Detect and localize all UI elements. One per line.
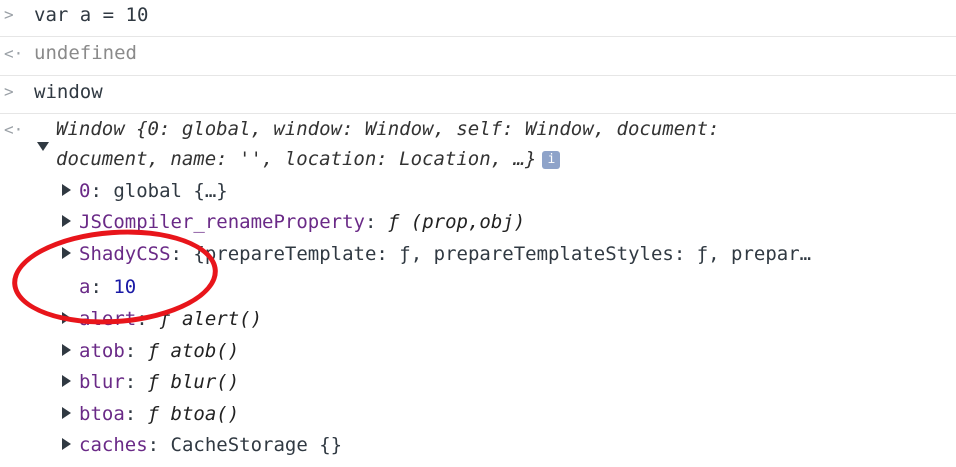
property-value: ƒ (prop,obj) — [387, 211, 526, 233]
console-input-text: window — [34, 81, 103, 103]
property-key: atob — [79, 340, 125, 362]
info-icon[interactable]: i — [542, 150, 561, 169]
colon: : — [124, 403, 148, 425]
property-key: btoa — [79, 403, 125, 425]
property-row[interactable]: ShadyCSS: {prepareTemplate: ƒ, prepareTe… — [62, 243, 811, 265]
window-summary-line2-text: document, name: '', location: Location, … — [56, 148, 537, 170]
window-summary-line1[interactable]: Window {0: global, window: Window, self:… — [56, 118, 719, 140]
property-key: alert — [79, 308, 137, 330]
property-row[interactable]: caches: CacheStorage {} — [62, 434, 342, 456]
expand-triangle-icon[interactable] — [62, 407, 71, 419]
property-value: 10 — [113, 276, 137, 298]
property-row[interactable]: JSCompiler_renameProperty: ƒ (prop,obj) — [62, 211, 525, 233]
property-row[interactable]: blur: ƒ blur() — [62, 371, 239, 393]
console-output-text: undefined — [34, 42, 137, 64]
property-value: ƒ atob() — [147, 340, 240, 362]
colon: : — [124, 371, 148, 393]
prompt-icon: > — [4, 5, 14, 24]
property-value: ƒ alert() — [159, 308, 263, 330]
property-key: caches — [79, 434, 148, 456]
expand-triangle-icon[interactable] — [62, 215, 71, 227]
prompt-icon: > — [4, 82, 14, 101]
property-row[interactable]: 0: global {…} — [62, 180, 228, 202]
console-input-row: > var a = 10 — [0, 0, 956, 34]
expand-triangle-icon[interactable] — [62, 312, 71, 324]
expand-triangle-icon[interactable] — [62, 247, 71, 259]
colon: : — [136, 308, 160, 330]
colon: : — [90, 276, 114, 298]
property-value: global {…} — [113, 180, 228, 202]
collapse-triangle-icon[interactable] — [37, 142, 49, 151]
result-icon: <· — [4, 120, 24, 139]
colon: : — [147, 434, 171, 456]
expand-triangle-icon[interactable] — [62, 438, 71, 450]
property-row[interactable]: btoa: ƒ btoa() — [62, 403, 239, 425]
colon: : — [124, 340, 148, 362]
colon: : — [170, 243, 194, 265]
property-key: blur — [79, 371, 125, 393]
property-row: a: 10 — [79, 276, 136, 298]
result-icon: <· — [4, 44, 24, 63]
property-key: ShadyCSS — [79, 243, 171, 265]
property-key: a — [79, 276, 91, 298]
colon: : — [364, 211, 388, 233]
colon: : — [90, 180, 114, 202]
property-value: ƒ blur() — [147, 371, 240, 393]
property-key: 0 — [79, 180, 91, 202]
expand-triangle-icon[interactable] — [62, 184, 71, 196]
console-input-row: > window — [0, 75, 956, 110]
property-row[interactable]: atob: ƒ atob() — [62, 340, 239, 362]
property-key: JSCompiler_renameProperty — [79, 211, 365, 233]
property-value: CacheStorage {} — [170, 434, 343, 456]
console-input-text: var a = 10 — [34, 4, 149, 26]
property-row[interactable]: alert: ƒ alert() — [62, 308, 262, 330]
property-value: ƒ btoa() — [147, 403, 240, 425]
expand-triangle-icon[interactable] — [62, 344, 71, 356]
window-summary-line2[interactable]: document, name: '', location: Location, … — [56, 148, 561, 170]
console-output-row: <· undefined — [0, 36, 956, 71]
property-value: {prepareTemplate: ƒ, prepareTemplateStyl… — [193, 243, 812, 265]
expand-triangle-icon[interactable] — [62, 375, 71, 387]
